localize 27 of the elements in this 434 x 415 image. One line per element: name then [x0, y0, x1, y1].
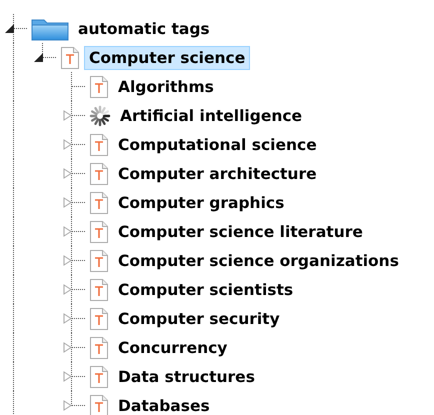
tree-item[interactable]: Computer scientists [113, 278, 298, 302]
collapsed-triangle-icon[interactable] [62, 313, 73, 324]
tree-item[interactable]: Computer science [84, 46, 250, 70]
collapsed-triangle-icon[interactable] [62, 371, 73, 382]
tree-item[interactable]: Computational science [113, 132, 322, 156]
tree-item[interactable]: Computer science organizations [113, 248, 404, 272]
tree-item[interactable]: Data structures [113, 364, 260, 388]
collapsed-triangle-icon[interactable] [62, 139, 73, 150]
collapsed-triangle-icon[interactable] [62, 255, 73, 266]
collapsed-triangle-icon[interactable] [62, 226, 73, 237]
collapsed-triangle-icon[interactable] [62, 400, 73, 411]
collapsed-triangle-icon[interactable] [62, 284, 73, 295]
expanded-triangle-icon[interactable] [4, 23, 15, 34]
collapsed-triangle-icon[interactable] [62, 342, 73, 353]
collapsed-triangle-icon[interactable] [62, 110, 73, 121]
tree-item[interactable]: Concurrency [113, 336, 232, 360]
tree-item[interactable]: Databases [113, 394, 215, 415]
tree-item[interactable]: Computer architecture [113, 162, 322, 186]
expanded-triangle-icon[interactable] [33, 52, 44, 63]
tree-item[interactable]: Computer graphics [113, 190, 290, 214]
tree-item[interactable]: Algorithms [113, 74, 219, 98]
tree-item[interactable]: Artificial intelligence [115, 104, 308, 128]
tree-item[interactable]: Computer science literature [113, 220, 368, 244]
collapsed-triangle-icon[interactable] [62, 197, 73, 208]
tree-item[interactable]: Computer security [113, 306, 285, 330]
collapsed-triangle-icon[interactable] [62, 168, 73, 179]
tree-item[interactable]: automatic tags [73, 16, 215, 40]
